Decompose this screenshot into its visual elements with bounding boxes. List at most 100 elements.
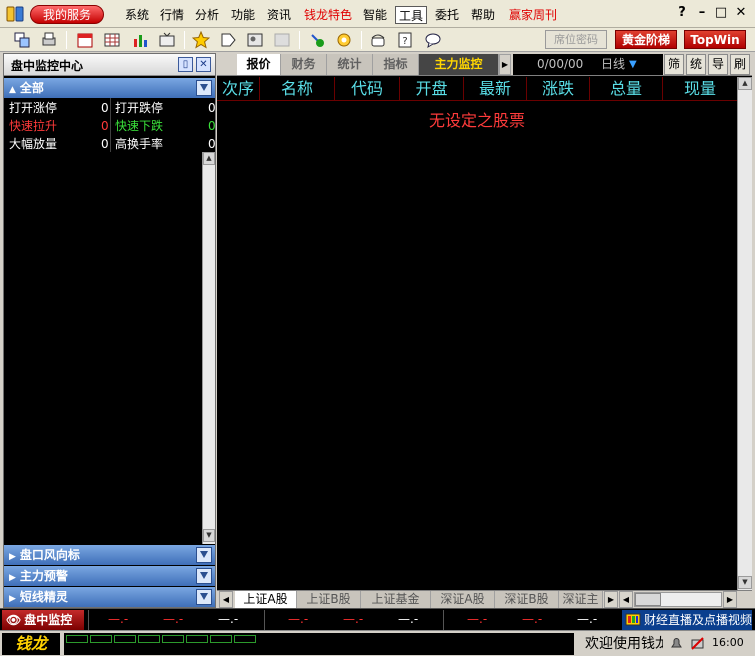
column-header-open[interactable]: 开盘 xyxy=(400,77,464,101)
menu-help[interactable]: 帮助 xyxy=(470,6,496,24)
menu-tools[interactable]: 工具 xyxy=(395,6,427,24)
stat-label[interactable]: 快速拉升 xyxy=(9,117,57,135)
menu-quotes[interactable]: 行情 xyxy=(159,6,185,24)
stat-label[interactable]: 打开涨停 xyxy=(9,99,57,117)
tab-shanghai-a[interactable]: 上证A股 xyxy=(235,591,297,608)
stat-value: 0 xyxy=(101,137,109,151)
tab-indicators[interactable]: 指标 xyxy=(373,54,419,75)
star-icon[interactable] xyxy=(192,31,210,49)
quote-table-header: 次序 名称 代码 开盘 最新 涨跌 总量 现量 xyxy=(217,77,737,101)
phone-icon[interactable] xyxy=(369,31,387,49)
window-layout-icon[interactable] xyxy=(13,31,31,49)
tab-quote[interactable]: 报价 xyxy=(237,54,281,75)
seat-password-button[interactable]: 席位密码 xyxy=(545,30,607,49)
alarm-bell-icon[interactable] xyxy=(669,636,684,651)
topwin-button[interactable]: TopWin xyxy=(684,30,746,49)
menu-smart[interactable]: 智能 xyxy=(362,6,388,24)
tab-shanghai-b[interactable]: 上证B股 xyxy=(297,591,361,608)
monitor-alert-list[interactable] xyxy=(4,152,215,544)
scroll-up-icon[interactable]: ▲ xyxy=(203,152,215,165)
tag-icon[interactable] xyxy=(219,31,237,49)
period-dropdown-icon[interactable]: ▼ xyxy=(629,54,637,75)
scroll-down-icon[interactable]: ▼ xyxy=(203,529,215,542)
tab-shenzhen-b[interactable]: 深证B股 xyxy=(495,591,559,608)
screen-button[interactable]: 筛 xyxy=(664,54,684,75)
menu-system[interactable]: 系统 xyxy=(124,6,150,24)
welcome-marquee: 欢迎使用钱龙 xyxy=(585,636,663,652)
refresh-button[interactable]: 刷 xyxy=(730,54,750,75)
tv-icon[interactable] xyxy=(158,31,176,49)
monitor-list-scrollbar[interactable]: ▲ ▼ xyxy=(202,152,215,544)
column-header-change[interactable]: 涨跌 xyxy=(527,77,590,101)
calendar-icon[interactable] xyxy=(76,31,94,49)
dock-panel-icon[interactable]: ▯ xyxy=(178,57,193,72)
bar-chart-icon[interactable] xyxy=(131,31,149,49)
section-main-alert-header[interactable]: ▶ 主力预警 xyxy=(4,566,215,586)
tab-finance[interactable]: 财务 xyxy=(281,54,327,75)
column-header-name[interactable]: 名称 xyxy=(260,77,335,101)
scroll-up-icon[interactable]: ▲ xyxy=(738,77,752,90)
scroll-down-icon[interactable]: ▼ xyxy=(738,576,752,589)
column-header-volume[interactable]: 总量 xyxy=(590,77,663,101)
tab-statistics[interactable]: 统计 xyxy=(327,54,373,75)
filter-icon[interactable] xyxy=(196,547,212,563)
menu-analysis[interactable]: 分析 xyxy=(194,6,220,24)
filter-icon[interactable] xyxy=(196,589,212,605)
column-header-index[interactable]: 次序 xyxy=(217,77,260,101)
chat-bubble-icon[interactable] xyxy=(424,31,442,49)
stat-label[interactable]: 大幅放量 xyxy=(9,135,57,153)
tab-shenzhen-a[interactable]: 深证A股 xyxy=(431,591,495,608)
print-icon[interactable] xyxy=(40,31,58,49)
golden-ladder-button[interactable]: 黄金阶梯 xyxy=(615,30,677,49)
filter-icon[interactable] xyxy=(196,80,212,96)
hscroll-left-icon[interactable]: ◀ xyxy=(619,591,633,608)
help-icon[interactable]: ? xyxy=(674,5,690,21)
profile-card-icon[interactable] xyxy=(246,31,264,49)
tab-scroll-right-icon[interactable]: ▶ xyxy=(499,54,511,75)
question-help-icon[interactable]: ? xyxy=(396,31,414,49)
section-all-header[interactable]: ▲ 全部 xyxy=(4,78,215,98)
stats-button[interactable]: 统 xyxy=(686,54,706,75)
tab-shanghai-fund[interactable]: 上证基金 xyxy=(361,591,431,608)
ticker-value: —.- xyxy=(467,612,488,626)
close-panel-icon[interactable]: ✕ xyxy=(196,57,211,72)
column-header-code[interactable]: 代码 xyxy=(335,77,400,101)
hscroll-right-icon[interactable]: ▶ xyxy=(723,591,737,608)
tab-main-monitor[interactable]: 主力监控 xyxy=(419,54,499,75)
tv-broadcast-icon xyxy=(625,613,641,626)
date-period-box[interactable]: 0/00/00 日线 ▼ xyxy=(513,54,663,75)
menu-orders[interactable]: 委托 xyxy=(434,6,460,24)
menu-winner-weekly[interactable]: 赢家周刊 xyxy=(507,6,559,24)
intraday-monitor-button[interactable]: 👁 盘中监控 xyxy=(2,610,84,630)
menu-functions[interactable]: 功能 xyxy=(230,6,256,24)
toolbar-separator xyxy=(361,31,362,49)
close-icon[interactable]: ✕ xyxy=(733,5,749,21)
tab-shenzhen-main[interactable]: 深证主 xyxy=(559,591,603,608)
export-button[interactable]: 导 xyxy=(708,54,728,75)
tab-scroll-left-icon[interactable]: ◀ xyxy=(219,591,233,608)
refresh-arrow-icon[interactable] xyxy=(308,31,326,49)
grid-table-icon[interactable] xyxy=(103,31,121,49)
maximize-icon[interactable]: □ xyxy=(713,5,729,21)
column-header-last[interactable]: 最新 xyxy=(464,77,527,101)
section-order-book-header[interactable]: ▶ 盘口风向标 xyxy=(4,545,215,565)
quote-vertical-scrollbar[interactable]: ▲ ▼ xyxy=(737,77,752,590)
video-news-button[interactable]: 财经直播及点播视频 xyxy=(622,610,752,630)
my-service-button[interactable]: 我的服务 xyxy=(30,5,104,24)
tab-scroll-right-icon[interactable]: ▶ xyxy=(604,591,618,608)
menu-qianlong-features[interactable]: 钱龙特色 xyxy=(303,6,353,24)
settings-gear-icon[interactable] xyxy=(335,31,353,49)
signal-cell xyxy=(234,635,256,643)
section-short-term-header[interactable]: ▶ 短线精灵 xyxy=(4,587,215,607)
filter-icon[interactable] xyxy=(196,568,212,584)
horizontal-scroll-thumb[interactable] xyxy=(635,593,661,606)
stat-label[interactable]: 高换手率 xyxy=(115,135,163,153)
horizontal-scrollbar[interactable] xyxy=(634,592,722,607)
disabled-doc-icon[interactable] xyxy=(273,31,291,49)
column-header-current-volume[interactable]: 现量 xyxy=(663,77,737,101)
minimize-icon[interactable]: – xyxy=(694,5,710,21)
menu-news[interactable]: 资讯 xyxy=(266,6,292,24)
disconnected-icon[interactable] xyxy=(690,636,705,651)
stat-label[interactable]: 打开跌停 xyxy=(115,99,163,117)
stat-label[interactable]: 快速下跌 xyxy=(115,117,163,135)
